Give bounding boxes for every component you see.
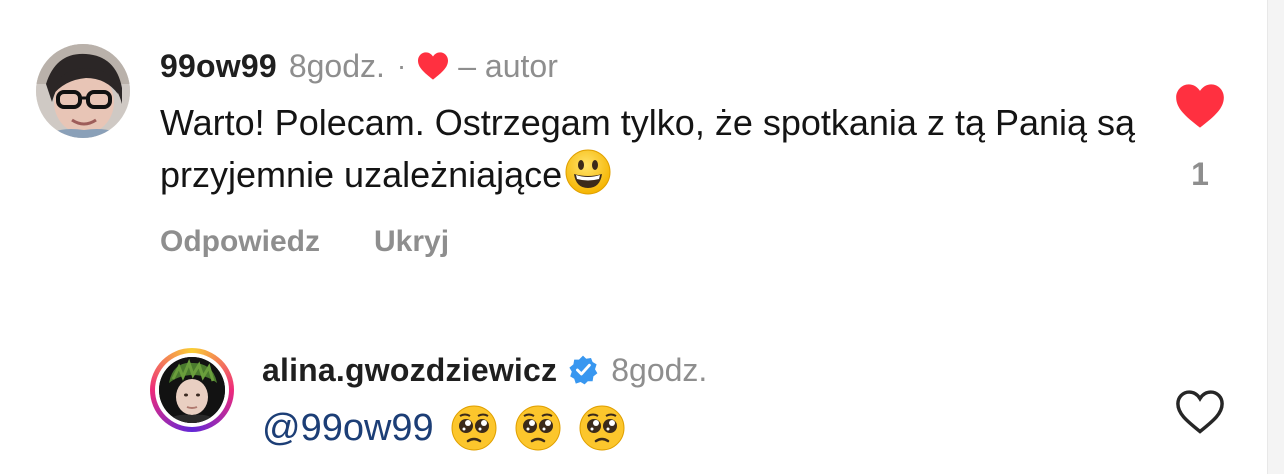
comment-text: Warto! Polecam. Ostrzegam tylko, że spot… — [160, 98, 1160, 209]
heart-filled-icon — [1176, 84, 1224, 128]
scrollbar[interactable] — [1267, 0, 1284, 474]
heart-outline-icon — [1176, 390, 1224, 434]
separator-dot: · — [396, 50, 407, 81]
avatar[interactable] — [159, 357, 225, 423]
user-photo-icon — [159, 357, 225, 423]
timestamp: 8godz. — [611, 351, 708, 388]
grinning-face-icon — [564, 148, 612, 209]
verified-badge-icon — [567, 354, 599, 386]
like-button[interactable] — [1174, 388, 1226, 436]
comment-body: Warto! Polecam. Ostrzegam tylko, że spot… — [160, 102, 1136, 195]
pleading-face-icon — [450, 404, 498, 452]
hide-button[interactable]: Ukryj — [374, 225, 449, 259]
mention-link[interactable]: @99ow99 — [262, 407, 434, 450]
reply-button[interactable]: Odpowiedz — [160, 225, 320, 259]
comments-panel: 99ow99 8godz. · – autor Warto! Polecam. … — [0, 0, 1284, 474]
pleading-face-icon — [578, 404, 626, 452]
author-label: – autor — [458, 47, 558, 84]
pleading-face-icon — [514, 404, 562, 452]
like-button[interactable] — [1174, 82, 1226, 130]
avatar[interactable] — [36, 44, 130, 138]
story-ring[interactable] — [150, 348, 234, 432]
comment-header: alina.gwozdziewicz 8godz. — [262, 348, 707, 392]
username[interactable]: 99ow99 — [160, 48, 277, 85]
comment-header: 99ow99 8godz. · – autor — [160, 44, 558, 88]
timestamp: 8godz. — [288, 47, 385, 84]
like-count[interactable]: 1 — [1168, 156, 1232, 193]
story-ring-gap — [155, 353, 229, 427]
comment-text: @99ow99 — [262, 400, 626, 456]
username[interactable]: alina.gwozdziewicz — [262, 352, 557, 389]
author-liked-heart-icon — [416, 51, 450, 81]
comment-actions: Odpowiedz Ukryj — [160, 220, 449, 264]
user-photo-icon — [36, 44, 130, 138]
